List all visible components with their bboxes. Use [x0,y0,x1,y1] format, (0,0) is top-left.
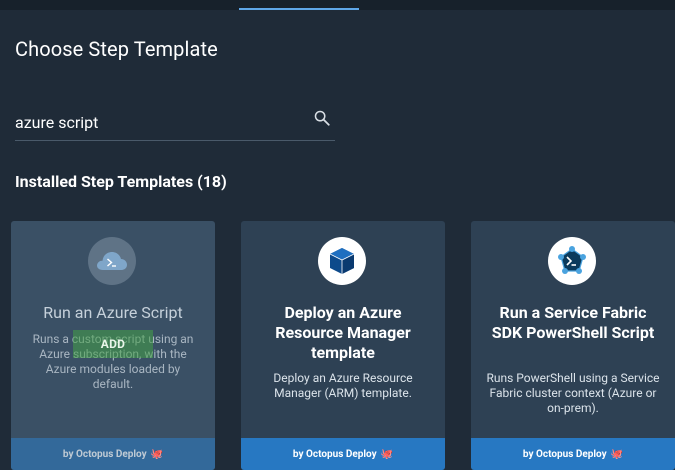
step-template-card[interactable]: Run an Azure Script Runs a custom script… [11,221,215,470]
step-template-card[interactable]: Deploy an Azure Resource Manager templat… [241,221,445,470]
card-footer: by Octopus Deploy 🐙 [241,438,445,470]
card-description: Runs PowerShell using a Service Fabric c… [486,371,660,415]
step-template-card[interactable]: Run a Service Fabric SDK PowerShell Scri… [471,221,675,470]
card-title: Run a Service Fabric SDK PowerShell Scri… [491,303,655,342]
azure-cloud-powershell-icon [88,237,136,285]
page-title: Choose Step Template [15,37,218,61]
card-author: by Octopus Deploy [292,448,377,460]
active-tab-indicator [239,8,359,10]
octopus-icon: 🐙 [150,448,164,460]
search-icon[interactable] [313,109,331,127]
card-footer: by Octopus Deploy 🐙 [471,438,675,470]
azure-resource-cube-icon [318,237,366,285]
add-button[interactable]: ADD [73,330,153,358]
card-footer: by Octopus Deploy 🐙 [11,438,215,470]
service-fabric-powershell-icon [548,237,596,285]
card-title: Deploy an Azure Resource Manager templat… [275,303,411,362]
card-author: by Octopus Deploy [62,448,147,460]
search-input[interactable] [15,110,305,134]
card-title: Run an Azure Script [43,303,183,322]
card-author: by Octopus Deploy [522,448,607,460]
octopus-icon: 🐙 [380,448,394,460]
search-field[interactable] [15,104,335,141]
top-navigation-bar [0,0,675,10]
octopus-icon: 🐙 [610,448,624,460]
section-title: Installed Step Templates (18) [15,172,227,191]
card-description: Deploy an Azure Resource Manager (ARM) t… [273,371,413,400]
